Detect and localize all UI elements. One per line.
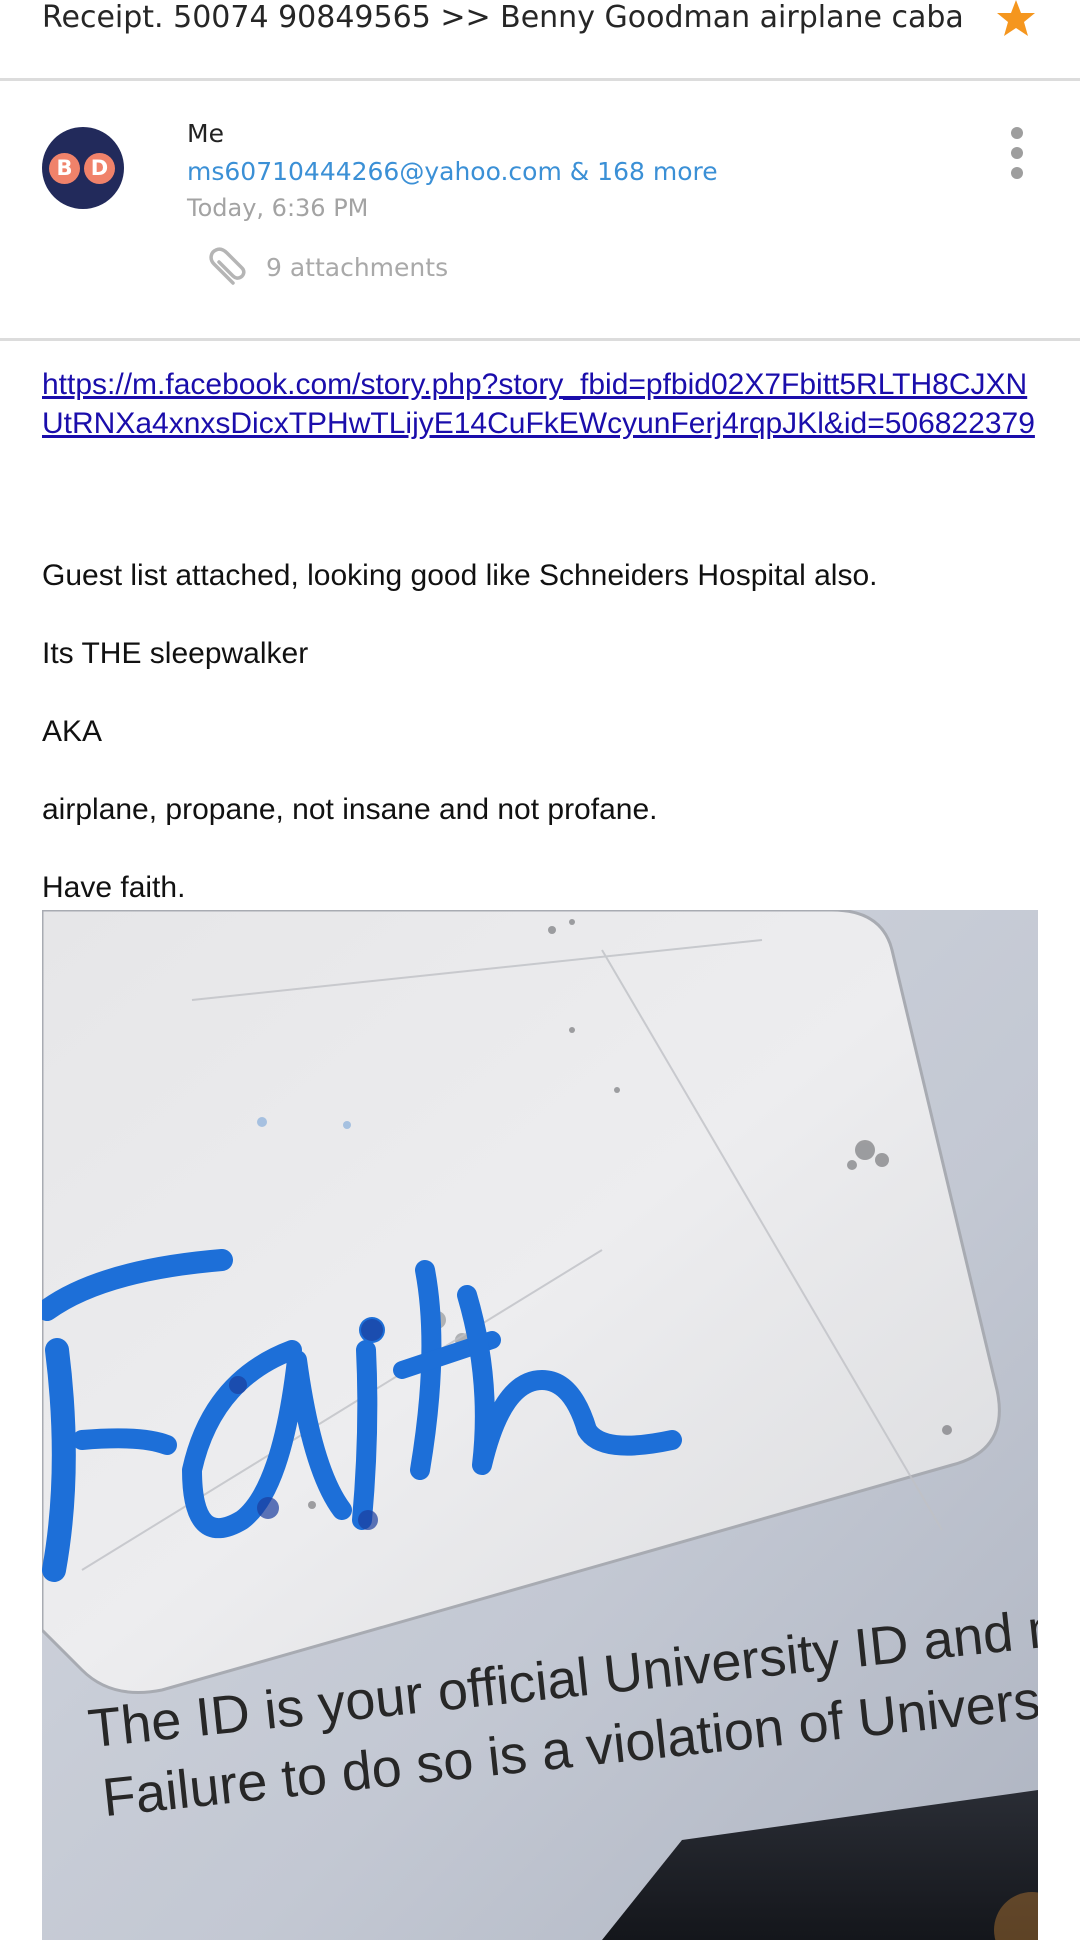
- body-paragraph: Guest list attached, looking good like S…: [42, 559, 878, 592]
- message-header: B D Me ms60710444266@yahoo.com & 168 mor…: [0, 81, 1080, 341]
- star-icon: [997, 0, 1035, 36]
- photo-canvas: The ID is your official University ID an…: [42, 910, 1038, 1940]
- attachments-count: 9 attachments: [266, 253, 449, 282]
- email-subject: Receipt. 50074 90849565 >> Benny Goodman…: [42, 0, 962, 35]
- body-paragraph: Its THE sleepwalker: [42, 637, 309, 670]
- recipients-link[interactable]: ms60710444266@yahoo.com & 168 more: [187, 157, 718, 187]
- paperclip-icon: [209, 247, 246, 285]
- message-body: https://m.facebook.com/story.php?story_f…: [42, 341, 1042, 904]
- more-dot: [1011, 167, 1023, 179]
- facebook-story-link[interactable]: https://m.facebook.com/story.php?story_f…: [42, 365, 1040, 443]
- body-paragraph: airplane, propane, not insane and not pr…: [42, 793, 658, 826]
- message-datetime: Today, 6:36 PM: [187, 194, 369, 222]
- attached-photo[interactable]: The ID is your official University ID an…: [42, 910, 1038, 1940]
- more-dot: [1011, 147, 1023, 159]
- sender-name: Me: [187, 119, 224, 148]
- body-paragraph: Have faith.: [42, 871, 186, 904]
- avatar-initial-d: D: [84, 153, 115, 184]
- attachments-button[interactable]: 9 attachments: [203, 243, 503, 293]
- body-paragraph: AKA: [42, 715, 103, 748]
- avatar[interactable]: B D: [42, 127, 124, 209]
- star-button[interactable]: [995, 0, 1037, 40]
- more-options-button[interactable]: [1000, 125, 1034, 187]
- subject-bar: Receipt. 50074 90849565 >> Benny Goodman…: [0, 0, 1080, 81]
- avatar-initial-b: B: [49, 153, 80, 184]
- more-vertical-icon: [1011, 127, 1023, 139]
